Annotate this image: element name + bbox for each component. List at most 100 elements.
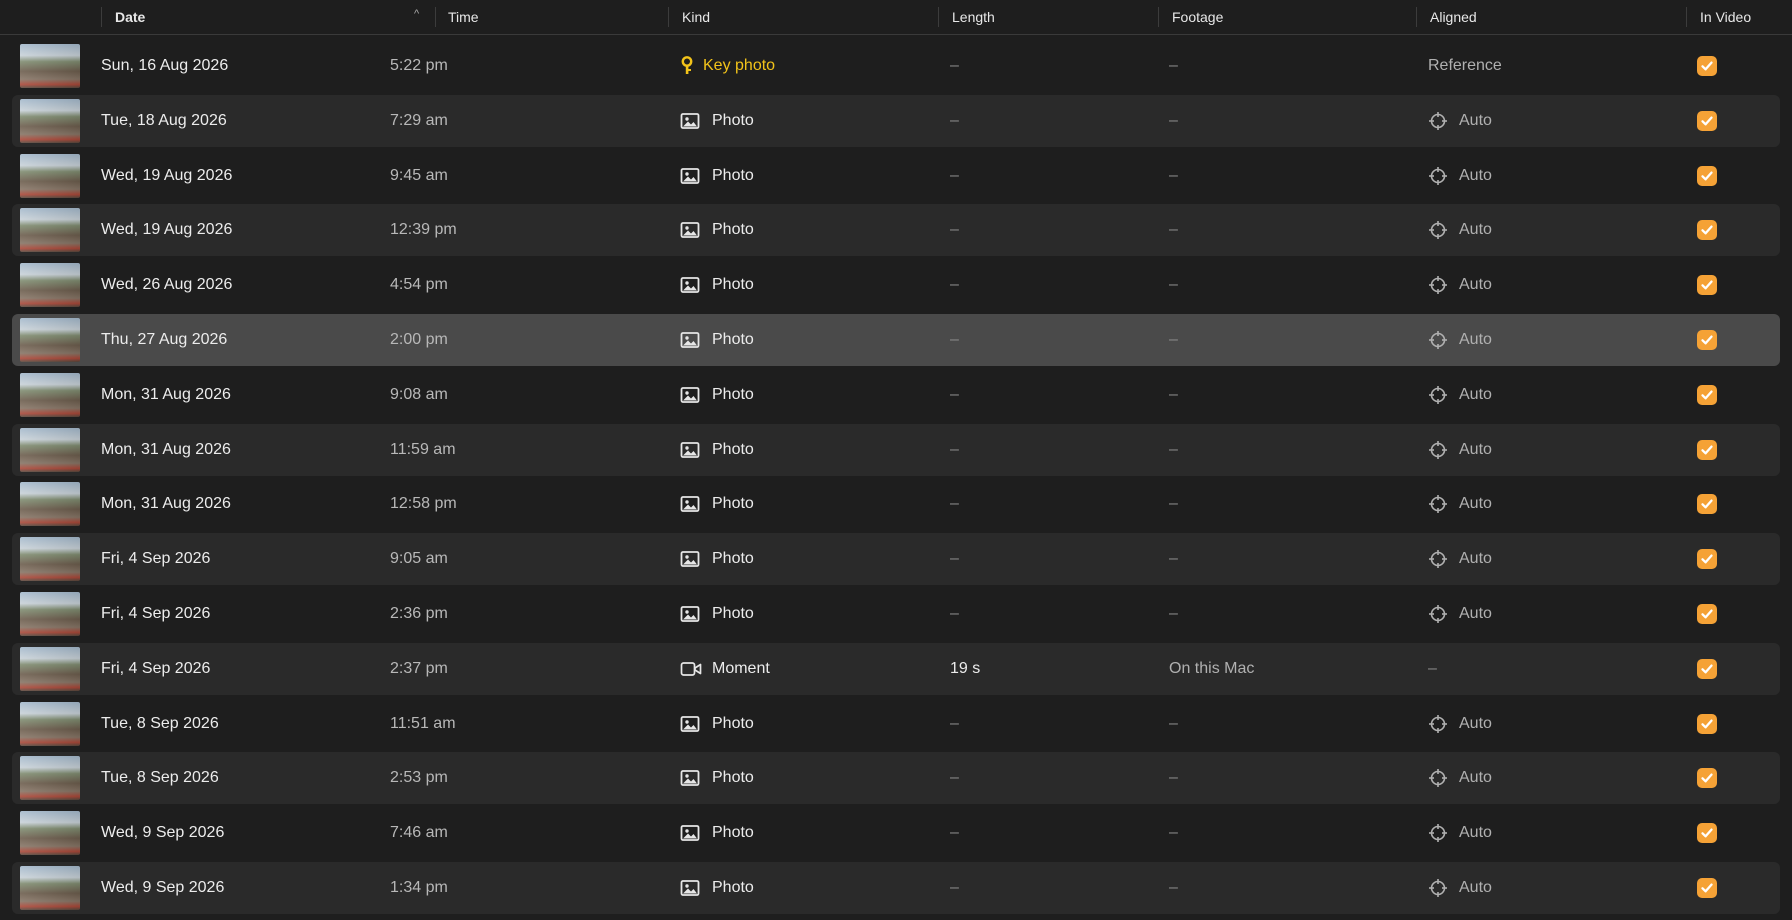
crosshair-icon [1428,878,1448,898]
table-row[interactable]: Fri, 4 Sep 2026 2:37 pm Moment 19 s On this … [12,642,1780,695]
table-row[interactable]: Mon, 31 Aug 2026 12:58 pm Photo – – Auto [12,478,1780,530]
in-video-checkbox[interactable] [1697,275,1717,296]
table-row[interactable]: Mon, 31 Aug 2026 11:59 am Photo – – Auto [12,423,1780,476]
table-row[interactable]: Sun, 16 Aug 2026 5:22 pm Key photo – – Refere… [12,40,1780,92]
photo-thumbnail[interactable] [20,537,80,582]
key-icon [680,56,700,74]
aligned-cell: Auto [1459,331,1492,348]
kind-cell: Photo [712,385,754,403]
in-video-checkbox[interactable] [1697,439,1717,460]
table-row[interactable]: Fri, 4 Sep 2026 2:36 pm Photo – – Auto [12,588,1780,640]
table-row[interactable]: Wed, 19 Aug 2026 9:45 am Photo – – Auto [12,150,1780,202]
footage-cell: – [1169,57,1178,74]
photo-thumbnail[interactable] [20,208,80,253]
date-cell: Tue, 8 Sep 2026 [101,714,219,732]
footage-cell: – [1169,385,1178,403]
table-row[interactable]: Mon, 31 Aug 2026 9:08 am Photo – – Auto [12,369,1780,421]
photo-thumbnail[interactable] [20,701,80,746]
photo-thumbnail[interactable] [20,592,80,636]
length-cell: – [950,440,959,458]
in-video-checkbox[interactable] [1697,768,1717,789]
kind-cell: Photo [712,550,754,568]
date-cell: Thu, 27 Aug 2026 [101,331,228,348]
in-video-checkbox[interactable] [1697,165,1717,186]
photo-icon [680,386,700,404]
in-video-checkbox[interactable] [1697,823,1717,844]
table-row[interactable]: Thu, 27 Aug 2026 2:00 pm Photo – – Auto [12,314,1780,366]
in-video-checkbox[interactable] [1697,494,1717,515]
aligned-cell: Auto [1459,769,1492,787]
crosshair-icon [1428,549,1448,569]
kind-cell: Photo [712,440,754,458]
column-header-in-video[interactable]: In Video [1688,0,1751,34]
column-separator[interactable] [668,7,669,27]
column-separator[interactable] [101,7,102,27]
table-row[interactable]: Wed, 9 Sep 2026 7:46 am Photo – – Auto [12,807,1780,859]
column-header-footage[interactable]: Footage [1160,0,1223,34]
photo-thumbnail[interactable] [20,866,80,910]
in-video-checkbox[interactable] [1697,384,1717,405]
date-cell: Fri, 4 Sep 2026 [101,550,211,568]
table-row[interactable]: Tue, 8 Sep 2026 11:51 am Photo – – Auto [12,698,1780,750]
crosshair-icon [1428,494,1448,514]
photo-thumbnail[interactable] [20,427,80,472]
column-separator[interactable] [938,7,939,27]
crosshair-icon [1428,220,1448,240]
in-video-checkbox[interactable] [1697,878,1717,898]
photo-thumbnail[interactable] [20,482,80,527]
photo-thumbnail[interactable] [20,318,80,362]
in-video-checkbox[interactable] [1697,549,1717,570]
table-row[interactable]: Tue, 18 Aug 2026 7:29 am Photo – – Auto [12,94,1780,147]
photo-thumbnail[interactable] [20,811,80,856]
aligned-cell: Auto [1459,385,1492,403]
table-row[interactable]: Wed, 26 Aug 2026 4:54 pm Photo – – Auto [12,259,1780,311]
photo-thumbnail[interactable] [20,756,80,801]
column-header-length[interactable]: Length [940,0,995,34]
footage-cell: – [1169,824,1178,842]
table-row[interactable]: Tue, 8 Sep 2026 2:53 pm Photo – – Auto [12,752,1780,805]
length-cell: – [950,824,959,842]
column-header-time[interactable]: Time [436,0,479,34]
table-row[interactable]: Fri, 4 Sep 2026 9:05 am Photo – – Auto [12,533,1780,586]
aligned-cell: Auto [1459,495,1492,513]
photo-thumbnail[interactable] [20,98,80,143]
column-header-date[interactable]: Date [103,0,145,34]
column-separator[interactable] [1158,7,1159,27]
column-header-kind[interactable]: Kind [670,0,710,34]
in-video-checkbox[interactable] [1697,56,1717,76]
column-separator[interactable] [1686,7,1687,27]
in-video-checkbox[interactable] [1697,330,1717,350]
kind-cell: Photo [712,824,754,842]
photo-thumbnail[interactable] [20,372,80,417]
kind-cell: Photo [712,166,754,184]
in-video-checkbox[interactable] [1697,713,1717,734]
aligned-cell: Auto [1459,879,1492,896]
photo-icon [680,605,700,623]
kind-cell: Photo [712,331,754,348]
kind-cell: Key photo [703,57,776,74]
photo-icon [680,441,700,459]
kind-cell: Photo [712,605,754,622]
photo-thumbnail[interactable] [20,153,80,198]
photo-thumbnail[interactable] [20,44,80,88]
photo-thumbnail[interactable] [20,263,80,308]
photo-thumbnail[interactable] [20,646,80,691]
length-cell: – [950,550,959,568]
time-cell: 9:45 am [390,166,448,184]
length-cell: – [950,276,959,294]
crosshair-icon [1428,166,1448,186]
aligned-cell: Auto [1459,714,1492,732]
photo-icon [680,112,700,130]
aligned-cell: – [1428,659,1437,677]
length-cell: 19 s [950,659,981,677]
in-video-checkbox[interactable] [1697,658,1717,679]
column-header-aligned[interactable]: Aligned [1418,0,1477,34]
aligned-cell: Auto [1459,550,1492,568]
table-row[interactable]: Wed, 19 Aug 2026 12:39 pm Photo – – Auto [12,204,1780,257]
footage-cell: – [1169,495,1178,513]
table-row[interactable]: Wed, 9 Sep 2026 1:34 pm Photo – – Auto [12,862,1780,914]
in-video-checkbox[interactable] [1697,220,1717,241]
in-video-checkbox[interactable] [1697,110,1717,131]
in-video-checkbox[interactable] [1697,604,1717,624]
column-separator[interactable] [1416,7,1417,27]
